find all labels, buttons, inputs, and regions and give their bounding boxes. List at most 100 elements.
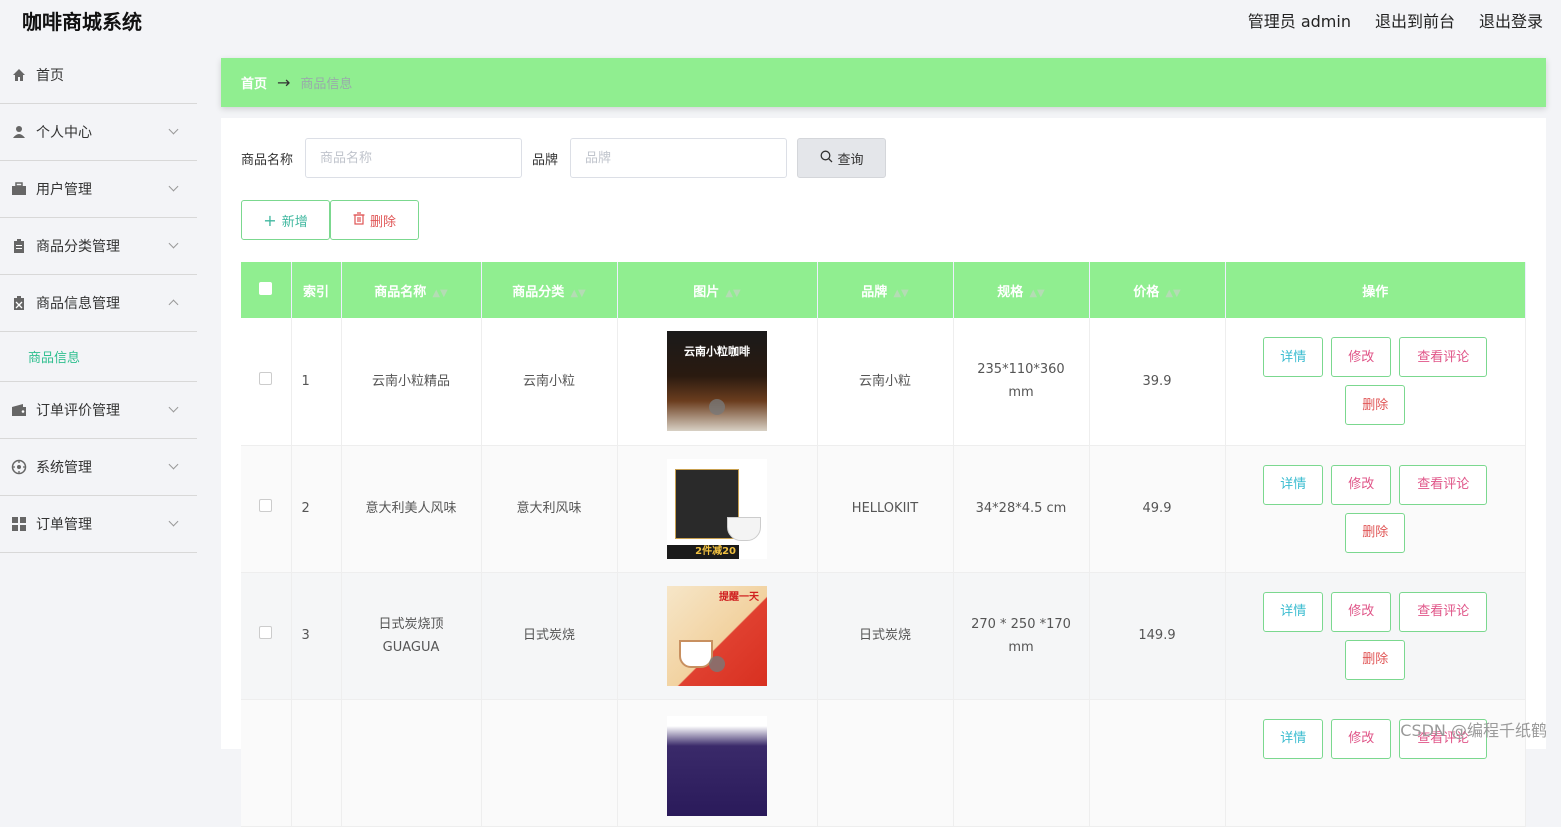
query-button[interactable]: 查询 <box>797 138 887 178</box>
edit-button[interactable]: 修改 <box>1331 591 1392 632</box>
box-icon <box>11 295 27 311</box>
sort-icon[interactable]: ▲▼ <box>725 288 740 299</box>
edit-button[interactable]: 修改 <box>1331 464 1392 505</box>
header-image-label: 图片 <box>693 284 720 300</box>
delete-label: 删除 <box>369 214 396 230</box>
detail-button[interactable]: 详情 <box>1263 591 1324 632</box>
edit-button[interactable]: 修改 <box>1331 718 1392 759</box>
product-image[interactable] <box>667 715 767 816</box>
sort-icon[interactable]: ▲▼ <box>1029 288 1044 299</box>
row-category <box>481 699 618 827</box>
product-image[interactable]: 2件减20 <box>667 458 767 559</box>
action-bar: + 新增 删除 <box>241 200 419 240</box>
chevron-down-icon <box>168 238 179 249</box>
header-category[interactable]: 商品分类 ▲▼ <box>481 262 618 318</box>
grid-icon <box>11 516 27 532</box>
sidebar-item-orders[interactable]: 订单管理 <box>0 496 197 553</box>
exit-to-front-link[interactable]: 退出到前台 <box>1375 8 1455 32</box>
chevron-down-icon <box>168 124 179 135</box>
delete-button[interactable]: 删除 <box>1345 385 1406 426</box>
product-image[interactable]: 提醒一天 <box>667 585 767 686</box>
header-name-label: 商品名称 <box>374 284 427 300</box>
search-icon <box>820 150 833 167</box>
admin-label[interactable]: 管理员 admin <box>1248 8 1351 32</box>
query-label: 查询 <box>837 152 864 168</box>
row-checkbox[interactable] <box>259 371 273 385</box>
cup-graphic <box>727 516 761 541</box>
sort-icon[interactable]: ▲▼ <box>432 288 447 299</box>
row-select-cell <box>241 572 292 700</box>
detail-button[interactable]: 详情 <box>1263 718 1324 759</box>
row-name <box>341 699 482 827</box>
sidebar-subitem-product-info[interactable]: 商品信息 <box>0 332 197 382</box>
product-image[interactable]: 云南小粒咖啡 <box>667 331 767 432</box>
home-icon <box>11 67 27 83</box>
table-row: 详情 修改 查看评论 <box>241 699 1526 827</box>
header-index: 索引 <box>291 262 342 318</box>
row-category: 日式炭烧 <box>481 572 618 700</box>
app-title: 咖啡商城系统 <box>22 10 142 34</box>
row-index <box>291 699 342 827</box>
chevron-down-icon <box>168 459 179 470</box>
trash-icon <box>353 211 365 229</box>
product-name-input[interactable] <box>305 138 523 178</box>
table-header-row: 索引 商品名称 ▲▼ 商品分类 ▲▼ 图片 ▲▼ 品牌 ▲▼ 规格 ▲▼ 价格 ▲▼ 操作 <box>241 262 1526 318</box>
row-spec: 235*110*360 mm <box>953 318 1090 446</box>
row-select-cell <box>241 318 292 446</box>
row-checkbox[interactable] <box>259 626 273 639</box>
sort-icon[interactable]: ▲▼ <box>893 288 908 299</box>
header-price[interactable]: 价格 ▲▼ <box>1089 262 1226 318</box>
view-reviews-button[interactable]: 查看评论 <box>1399 337 1488 378</box>
sidebar-item-label: 商品分类管理 <box>36 239 120 255</box>
header-brand-label: 品牌 <box>861 284 888 300</box>
compass-icon <box>11 459 27 475</box>
name-label: 商品名称 <box>241 152 294 168</box>
row-spec: 34*28*4.5 cm <box>953 445 1090 573</box>
row-ops: 详情 修改 查看评论 删除 <box>1225 572 1526 700</box>
select-all-header[interactable] <box>241 262 292 318</box>
cup-graphic <box>679 639 713 668</box>
row-category: 云南小粒 <box>481 318 618 446</box>
add-label: 新增 <box>281 214 308 230</box>
delete-button[interactable]: 删除 <box>1345 512 1406 553</box>
table-row: 1 云南小粒精品 云南小粒 云南小粒咖啡 云南小粒 235*110*360 mm… <box>241 318 1526 446</box>
breadcrumb-current: 商品信息 <box>300 77 353 92</box>
row-checkbox[interactable] <box>259 499 273 512</box>
header-name[interactable]: 商品名称 ▲▼ <box>341 262 482 318</box>
breadcrumb-home[interactable]: 首页 <box>241 73 267 92</box>
row-price: 149.9 <box>1089 572 1226 700</box>
header-brand[interactable]: 品牌 ▲▼ <box>817 262 954 318</box>
sidebar-item-label: 系统管理 <box>36 460 92 476</box>
select-all-checkbox[interactable] <box>259 281 273 295</box>
sidebar-item-users[interactable]: 用户管理 <box>0 161 197 218</box>
delete-button[interactable]: 删除 <box>1345 639 1406 680</box>
header-spec[interactable]: 规格 ▲▼ <box>953 262 1090 318</box>
batch-delete-button[interactable]: 删除 <box>330 200 419 240</box>
row-ops: 详情 修改 查看评论 删除 <box>1225 318 1526 446</box>
sidebar-item-order-review[interactable]: 订单评价管理 <box>0 382 197 439</box>
sidebar-item-system[interactable]: 系统管理 <box>0 439 197 496</box>
view-reviews-button[interactable]: 查看评论 <box>1399 591 1488 632</box>
row-price <box>1089 699 1226 827</box>
brand-input[interactable] <box>570 138 788 178</box>
view-reviews-button[interactable]: 查看评论 <box>1399 464 1488 505</box>
sidebar-item-label: 订单评价管理 <box>36 403 120 419</box>
sidebar-item-label: 商品信息管理 <box>36 296 120 312</box>
watermark: CSDN @编程千纸鹤 <box>1400 721 1547 740</box>
sidebar-item-home[interactable]: 首页 <box>0 47 197 104</box>
detail-button[interactable]: 详情 <box>1263 464 1324 505</box>
header-price-label: 价格 <box>1133 284 1160 300</box>
edit-button[interactable]: 修改 <box>1331 337 1392 378</box>
logout-link[interactable]: 退出登录 <box>1479 8 1543 32</box>
sort-icon[interactable]: ▲▼ <box>570 288 585 299</box>
sidebar-item-category[interactable]: 商品分类管理 <box>0 218 197 275</box>
wallet-icon <box>11 402 27 418</box>
detail-button[interactable]: 详情 <box>1263 337 1324 378</box>
row-brand: 云南小粒 <box>817 318 954 446</box>
sidebar-item-label: 用户管理 <box>36 182 92 198</box>
add-button[interactable]: + 新增 <box>241 200 330 240</box>
sort-icon[interactable]: ▲▼ <box>1165 288 1180 299</box>
sidebar-item-product-info[interactable]: 商品信息管理 <box>0 275 197 332</box>
sidebar-item-profile[interactable]: 个人中心 <box>0 104 197 161</box>
header-image[interactable]: 图片 ▲▼ <box>617 262 818 318</box>
